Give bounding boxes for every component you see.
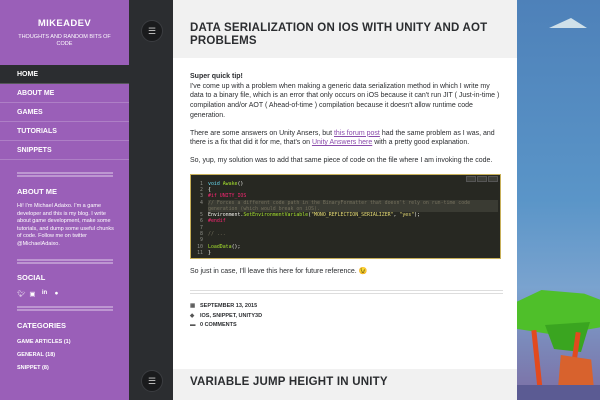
article-paragraph: So just in case, I'll leave this here fo…	[190, 267, 368, 275]
category-link[interactable]: SNIPPET (8)	[0, 362, 129, 375]
lead-text: Super quick tip!	[190, 73, 243, 80]
main-content: DATA SERIALIZATION ON IOS WITH UNITY AND…	[173, 0, 517, 400]
site-title[interactable]: MIKEADEV	[0, 18, 129, 29]
widget-divider	[17, 172, 113, 177]
tag-icon: ◆	[190, 312, 195, 319]
nav-item-games[interactable]: GAMES	[0, 103, 129, 122]
widget-divider	[17, 259, 113, 264]
linkedin-icon[interactable]: in	[41, 290, 48, 298]
background-scene	[517, 0, 600, 400]
comment-icon: ▬	[190, 322, 196, 329]
code-line-numbers: 1 2 3 4 5 6 7 8 9 10 11	[191, 181, 205, 257]
article-paragraph: Super quick tip! I've come up with a pro…	[190, 72, 503, 121]
post-comments-link[interactable]: 0 COMMENTS	[200, 322, 237, 328]
nav-item-home[interactable]: HOME	[0, 65, 129, 84]
sidebar: MIKEADEV THOUGHTS AND RANDOM BITS OF COD…	[0, 0, 129, 400]
post-meta: ▦ SEPTEMBER 13, 2015 ◆ IOS, SNIPPET, UNITY…	[173, 294, 517, 331]
code-token: SetEnvironmentVariable	[243, 212, 309, 219]
post-tags[interactable]: IOS, SNIPPET, UNITY3D	[200, 313, 262, 319]
twitter-icon[interactable]: 🐦︎	[17, 290, 25, 298]
standard-post-icon[interactable]: ☰	[141, 20, 163, 42]
next-article-header: VARIABLE JUMP HEIGHT IN UNITY	[173, 369, 517, 400]
article-header: DATA SERIALIZATION ON IOS WITH UNITY AND…	[173, 0, 517, 58]
code-token: "MONO_REFLECTION_SERIALIZER"	[311, 212, 394, 219]
code-token: Environment.	[208, 212, 244, 219]
site-tagline: THOUGHTS AND RANDOM BITS OF CODE	[18, 34, 111, 47]
instagram-icon[interactable]: ▣	[29, 290, 36, 298]
post-date[interactable]: SEPTEMBER 13, 2015	[200, 303, 257, 309]
categories-widget-title: CATEGORIES	[17, 321, 67, 330]
code-text[interactable]: void Awake() { #if UNITY_IOS // Forces a…	[208, 181, 498, 257]
code-token: void	[208, 180, 223, 187]
social-icons: 🐦︎ ▣ in ●	[0, 290, 129, 298]
unity-answers-link[interactable]: Unity Answers here	[312, 139, 372, 146]
category-link[interactable]: GAME ARTICLES (1)	[0, 336, 129, 349]
next-article-title[interactable]: VARIABLE JUMP HEIGHT IN UNITY	[190, 376, 503, 388]
paragraph-text: There are some answers on Unity Ansers, …	[190, 129, 334, 137]
scene-shape	[549, 18, 587, 28]
github-icon[interactable]: ●	[53, 290, 60, 298]
code-token: );	[414, 212, 421, 219]
code-token: ()	[237, 180, 244, 187]
about-widget-text: Hi! I'm Michael Adaixo. I'm a game devel…	[17, 203, 114, 247]
main-nav: HOME ABOUT ME GAMES TUTORIALS SNIPPETS	[0, 65, 129, 160]
paragraph-text: I've come up with a problem when making …	[190, 82, 500, 119]
forum-post-link[interactable]: this forum post	[334, 130, 380, 137]
nav-item-tutorials[interactable]: TUTORIALS	[0, 122, 129, 141]
code-block: 1 2 3 4 5 6 7 8 9 10 11 void Awake() { #…	[190, 173, 501, 259]
nav-item-snippets[interactable]: SNIPPETS	[0, 141, 129, 160]
about-widget-title: ABOUT ME	[17, 187, 57, 196]
standard-post-icon[interactable]: ☰	[141, 370, 163, 392]
scene-ground	[517, 385, 600, 400]
code-line: }	[208, 249, 211, 256]
article-paragraph: There are some answers on Unity Ansers, …	[190, 129, 503, 148]
scene-tree-shadow	[545, 322, 590, 352]
social-widget-title: SOCIAL	[17, 273, 46, 282]
code-token: Awake	[222, 180, 238, 187]
code-token: LoadData	[208, 243, 232, 250]
widget-divider	[17, 306, 113, 311]
line-number: 11	[197, 249, 203, 256]
paragraph-text: with a pretty good explanation.	[372, 139, 470, 147]
article-paragraph: So, yup, my solution was to add that sam…	[190, 156, 493, 164]
code-line: // Forces a different code path in the B…	[208, 199, 498, 213]
code-token: ();	[231, 243, 241, 250]
code-token: "yes"	[399, 212, 415, 219]
post-gutter: ☰ ☰	[129, 0, 173, 400]
nav-item-about-me[interactable]: ABOUT ME	[0, 84, 129, 103]
article-title[interactable]: DATA SERIALIZATION ON IOS WITH UNITY AND…	[190, 22, 503, 48]
article-body: Super quick tip! I've come up with a pro…	[173, 58, 517, 276]
category-link[interactable]: GENERAL (18)	[0, 349, 129, 362]
calendar-icon: ▦	[190, 303, 196, 310]
